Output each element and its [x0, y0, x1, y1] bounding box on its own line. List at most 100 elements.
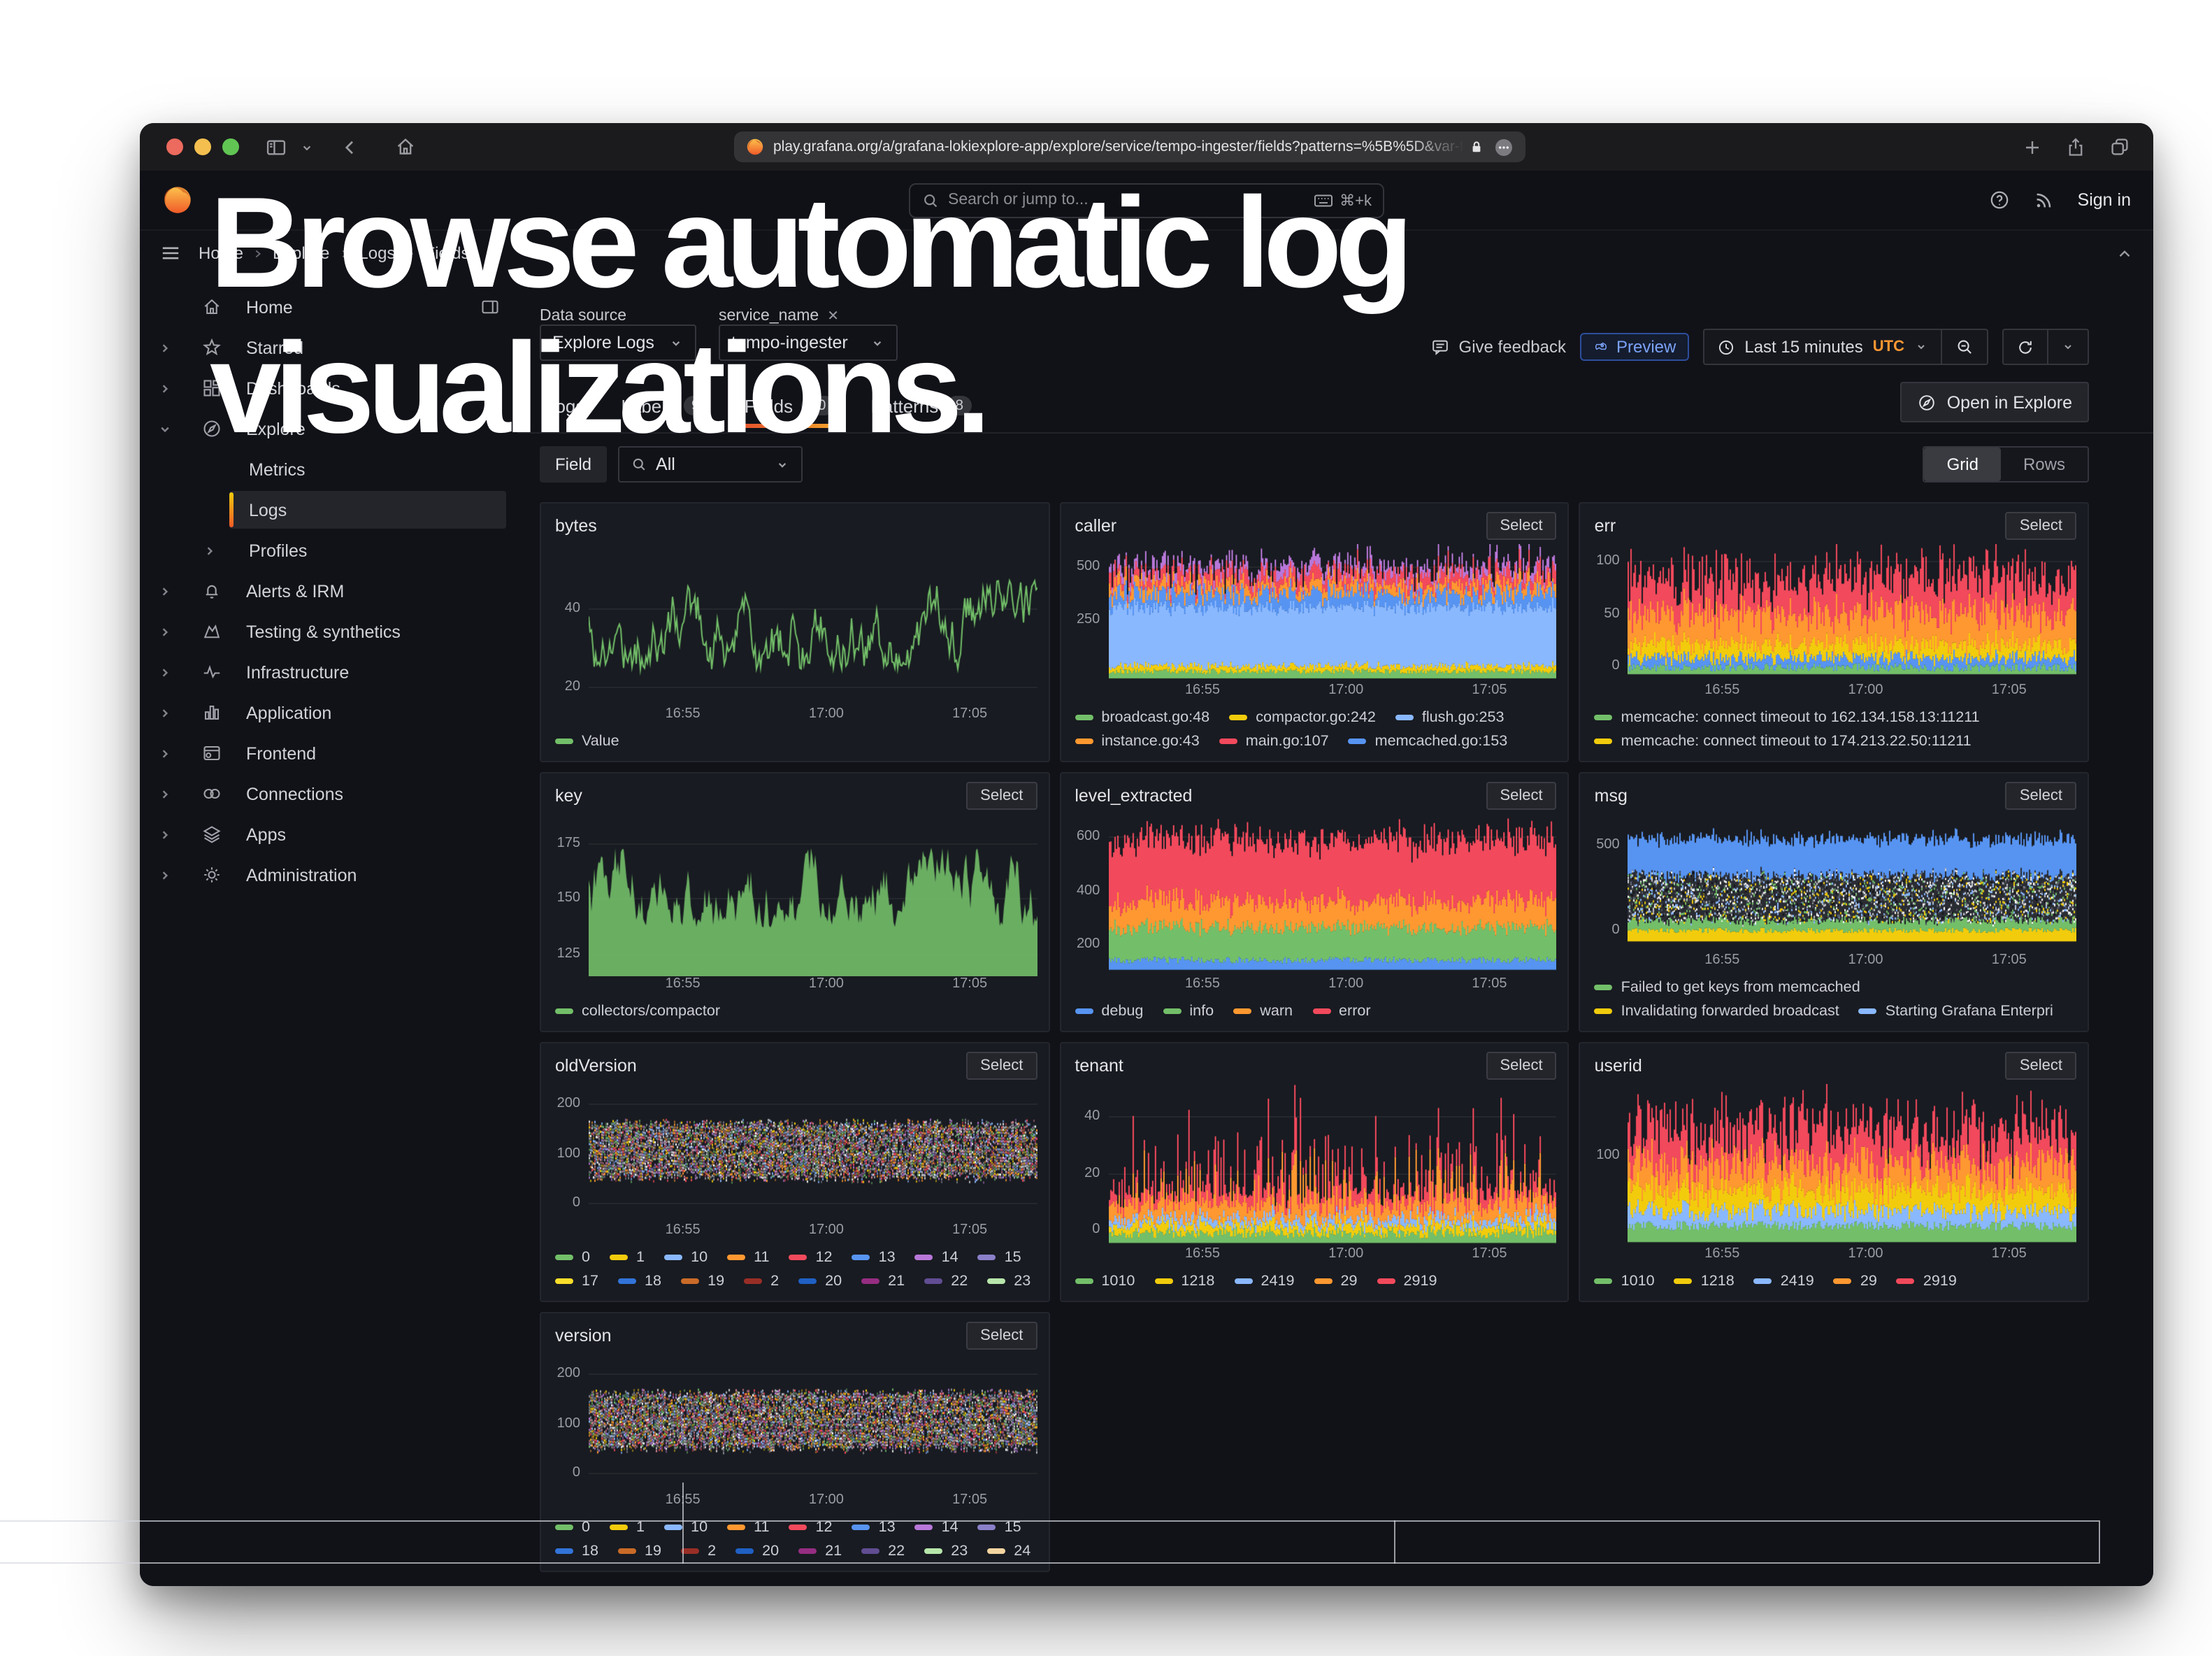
legend-item[interactable]: 0 [555, 1248, 590, 1265]
sidebar-item-connections[interactable]: Connections [140, 773, 517, 814]
legend-item[interactable]: 20 [798, 1272, 842, 1289]
legend-item[interactable]: 1 [610, 1248, 645, 1265]
legend-item[interactable]: instance.go:43 [1075, 732, 1199, 749]
legend-item[interactable]: memcached.go:153 [1349, 732, 1508, 749]
legend-item[interactable]: 11 [727, 1248, 769, 1265]
chevron-right-icon[interactable] [157, 339, 176, 356]
collapse-chevron-up-icon[interactable] [2116, 244, 2134, 262]
news-rss-icon[interactable] [2033, 189, 2055, 211]
view-toggle-grid[interactable]: Grid [1925, 448, 2001, 481]
minimize-window-button[interactable] [194, 138, 211, 155]
legend-item[interactable]: broadcast.go:48 [1075, 708, 1209, 725]
home-chrome-icon[interactable] [394, 136, 417, 158]
menu-hamburger-icon[interactable] [159, 242, 182, 264]
refresh-interval-dropdown[interactable] [2047, 330, 2088, 364]
legend-item[interactable]: memcache: connect timeout to 174.213.22.… [1595, 732, 1972, 749]
legend-item[interactable]: 14 [915, 1248, 958, 1265]
legend-item[interactable]: collectors/compactor [555, 1002, 720, 1019]
legend-item[interactable]: 20 [735, 1542, 779, 1559]
legend-item[interactable]: 21 [798, 1542, 842, 1559]
legend-item[interactable]: 22 [861, 1542, 905, 1559]
sidebar-item-application[interactable]: Application [140, 692, 517, 733]
chevron-right-icon[interactable] [157, 785, 176, 802]
time-range-picker[interactable]: Last 15 minutes UTC [1704, 330, 1941, 364]
legend-item[interactable]: 13 [852, 1248, 896, 1265]
chevron-right-icon[interactable] [157, 745, 176, 762]
url-bar[interactable]: play.grafana.org/a/grafana-lokiexplore-a… [734, 131, 1525, 162]
legend-item[interactable]: Value [555, 732, 619, 749]
legend-item[interactable]: main.go:107 [1219, 732, 1329, 749]
legend-item[interactable]: 2 [681, 1542, 716, 1559]
chevron-right-icon[interactable] [157, 380, 176, 397]
legend-item[interactable]: 19 [618, 1542, 661, 1559]
preview-badge[interactable]: Preview [1580, 333, 1688, 361]
legend-item[interactable]: 17 [555, 1272, 598, 1289]
select-button[interactable]: Select [1486, 781, 1557, 809]
view-toggle-rows[interactable]: Rows [2001, 448, 2088, 481]
select-button[interactable]: Select [966, 1051, 1037, 1079]
legend-item[interactable]: 2419 [1754, 1272, 1814, 1289]
grafana-logo[interactable] [162, 185, 193, 215]
sidebar-item-apps[interactable]: Apps [140, 814, 517, 855]
legend-item[interactable]: Failed to get keys from memcached [1595, 978, 1860, 995]
legend-item[interactable]: 24 [987, 1542, 1030, 1559]
legend-item[interactable]: 10 [664, 1248, 708, 1265]
sidebar-toggle-icon[interactable] [264, 135, 288, 159]
legend-item[interactable]: 2919 [1897, 1272, 1957, 1289]
legend-item[interactable]: 12 [789, 1248, 833, 1265]
legend-item[interactable]: 22 [924, 1272, 968, 1289]
share-icon[interactable] [2065, 136, 2086, 157]
legend-item[interactable]: warn [1233, 1002, 1293, 1019]
new-tab-icon[interactable] [2022, 136, 2043, 157]
legend-item[interactable]: 1218 [1674, 1272, 1735, 1289]
legend-item[interactable]: 2919 [1377, 1272, 1437, 1289]
legend-item[interactable]: error [1312, 1002, 1371, 1019]
legend-item[interactable]: 1010 [1595, 1272, 1655, 1289]
legend-item[interactable]: 21 [861, 1272, 905, 1289]
legend-item[interactable]: 18 [618, 1272, 661, 1289]
sidebar-item-profiles[interactable]: Profiles [140, 530, 517, 571]
signin-link[interactable]: Sign in [2078, 190, 2131, 210]
legend-item[interactable]: Invalidating forwarded broadcast [1595, 1002, 1839, 1019]
legend-item[interactable]: 1010 [1075, 1272, 1135, 1289]
chevron-right-icon[interactable] [157, 583, 176, 599]
chevron-right-icon[interactable] [157, 826, 176, 843]
back-icon[interactable] [340, 136, 361, 157]
select-button[interactable]: Select [2006, 781, 2076, 809]
chevron-right-icon[interactable] [157, 664, 176, 680]
legend-item[interactable]: 23 [924, 1542, 968, 1559]
sidebar-item-administration[interactable]: Administration [140, 855, 517, 895]
sidebar-item-logs[interactable]: Logs [140, 490, 517, 530]
tab-overview-icon[interactable] [2109, 136, 2131, 158]
legend-item[interactable]: 29 [1834, 1272, 1877, 1289]
legend-item[interactable]: Starting Grafana Enterpri [1859, 1002, 2053, 1019]
zoom-out-button[interactable] [1941, 330, 1987, 364]
legend-item[interactable]: 2419 [1234, 1272, 1294, 1289]
legend-item[interactable]: 19 [681, 1272, 724, 1289]
close-window-button[interactable] [166, 138, 183, 155]
url-more-icon[interactable] [1493, 136, 1514, 157]
sidebar-chevron-icon[interactable] [299, 139, 315, 155]
legend-item[interactable]: debug [1075, 1002, 1143, 1019]
legend-item[interactable]: 18 [555, 1542, 598, 1559]
select-button[interactable]: Select [966, 781, 1037, 809]
legend-item[interactable]: flush.go:253 [1395, 708, 1504, 725]
sidebar-item-frontend[interactable]: Frontend [140, 733, 517, 773]
legend-item[interactable]: 29 [1314, 1272, 1358, 1289]
chevron-right-icon[interactable] [157, 704, 176, 721]
chevron-right-icon[interactable] [157, 866, 176, 883]
legend-item[interactable]: 23 [987, 1272, 1030, 1289]
give-feedback-button[interactable]: Give feedback [1431, 337, 1566, 357]
help-icon[interactable] [1988, 189, 2011, 211]
refresh-button[interactable] [2004, 330, 2047, 364]
select-button[interactable]: Select [2006, 511, 2076, 539]
chevron-right-icon[interactable] [157, 623, 176, 640]
zoom-window-button[interactable] [222, 138, 239, 155]
sidebar-item-testing-synthetics[interactable]: Testing & synthetics [140, 611, 517, 652]
legend-item[interactable]: 2 [744, 1272, 779, 1289]
select-button[interactable]: Select [966, 1321, 1037, 1349]
select-button[interactable]: Select [2006, 1051, 2076, 1079]
legend-item[interactable]: info [1163, 1002, 1214, 1019]
select-button[interactable]: Select [1486, 1051, 1557, 1079]
chevron-down-icon[interactable] [157, 420, 176, 437]
